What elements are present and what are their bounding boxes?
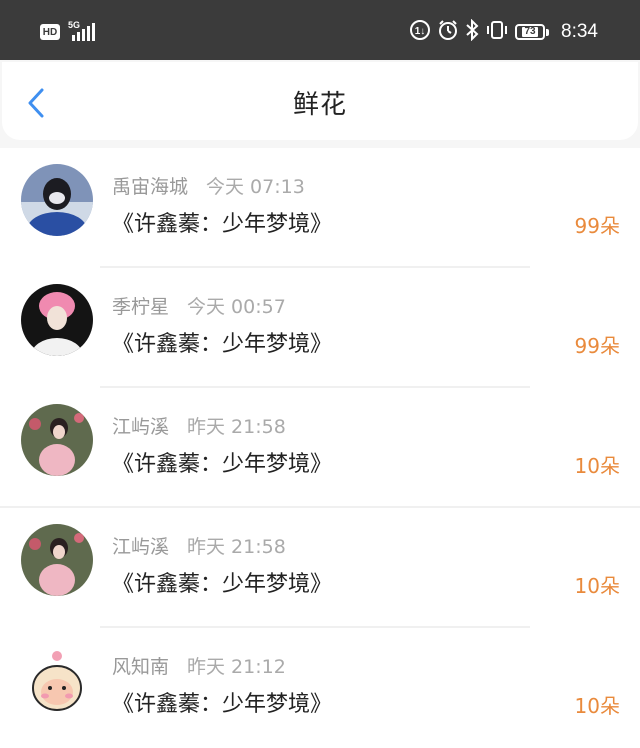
list-item[interactable]: 季柠星 今天 00:57 《许鑫蓁：少年梦境》 99朵 [0,268,640,388]
avatar[interactable] [21,404,93,476]
status-left: HD 5G [40,20,102,42]
timestamp: 昨天 21:58 [187,416,286,438]
status-right: 1↓ 73 8:34 [409,18,598,46]
avatar[interactable] [21,644,93,716]
svg-text:1↓: 1↓ [415,26,426,37]
hd-icon: HD [40,24,60,40]
flower-count: 10朵 [574,574,620,598]
status-time: 8:34 [561,21,598,42]
flower-list: 禹宙海城 今天 07:13 《许鑫蓁：少年梦境》 99朵 季柠星 今天 00:57 … [0,148,640,748]
timestamp: 昨天 21:58 [187,536,286,558]
network-type-label: 5G [68,20,81,30]
avatar[interactable] [21,524,93,596]
list-item[interactable]: 江屿溪 昨天 21:58 《许鑫蓁：少年梦境》 10朵 [0,388,640,508]
book-title[interactable]: 《许鑫蓁：少年梦境》 [112,206,332,238]
item-meta: 江屿溪 昨天 21:58 [112,412,286,439]
page-title: 鲜花 [292,90,347,120]
list-item[interactable]: 禹宙海城 今天 07:13 《许鑫蓁：少年梦境》 99朵 [0,148,640,268]
battery-level: 73 [522,26,538,37]
book-title[interactable]: 《许鑫蓁：少年梦境》 [112,686,332,718]
username[interactable]: 禹宙海城 [112,176,188,198]
book-title[interactable]: 《许鑫蓁：少年梦境》 [112,326,332,358]
username[interactable]: 季柠星 [112,296,169,318]
timestamp: 昨天 21:12 [187,656,286,678]
list-item[interactable]: 江屿溪 昨天 21:58 《许鑫蓁：少年梦境》 10朵 [0,508,640,628]
app-header: 鲜花 [2,62,638,140]
avatar[interactable] [21,164,93,236]
battery-icon: 73 [515,24,550,40]
book-title[interactable]: 《许鑫蓁：少年梦境》 [112,566,332,598]
flower-count: 10朵 [574,694,620,718]
timestamp: 今天 00:57 [187,296,286,318]
username[interactable]: 风知南 [112,656,169,678]
flower-count: 10朵 [574,454,620,478]
item-meta: 季柠星 今天 00:57 [112,292,286,319]
book-title[interactable]: 《许鑫蓁：少年梦境》 [112,446,332,478]
vibrate-icon [485,19,509,45]
data-saver-icon: 1↓ [409,19,431,45]
flower-count: 99朵 [574,214,620,238]
username[interactable]: 江屿溪 [112,536,169,558]
flower-count: 99朵 [574,334,620,358]
bluetooth-icon [465,18,479,45]
timestamp: 今天 07:13 [206,176,305,198]
list-item[interactable]: 风知南 昨天 21:12 《许鑫蓁：少年梦境》 10朵 [0,628,640,748]
item-meta: 禹宙海城 今天 07:13 [112,172,305,199]
item-meta: 风知南 昨天 21:12 [112,652,286,679]
username[interactable]: 江屿溪 [112,416,169,438]
signal-icon: 5G [68,20,102,42]
status-bar: HD 5G 1↓ 73 8:34 [0,0,640,60]
avatar[interactable] [21,284,93,356]
alarm-icon [437,19,459,45]
item-meta: 江屿溪 昨天 21:58 [112,532,286,559]
